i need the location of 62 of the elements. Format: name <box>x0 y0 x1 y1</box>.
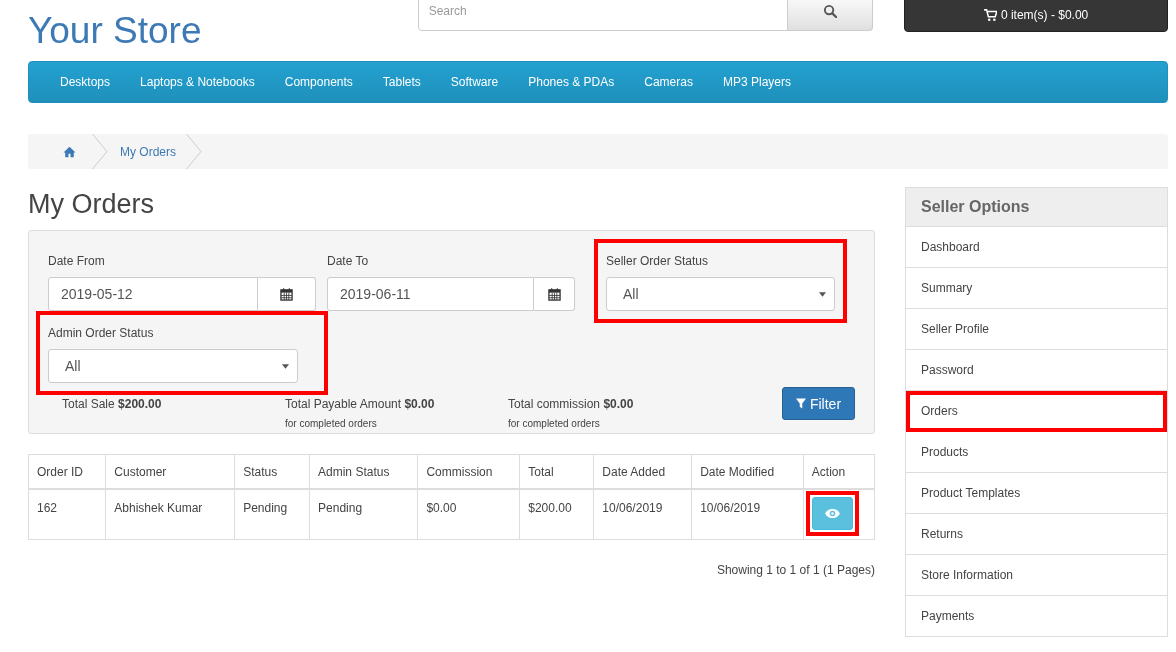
status-dropdown[interactable]: All <box>606 277 835 311</box>
column-header: Admin Status <box>309 454 418 489</box>
sidebar-item[interactable]: Payments <box>906 596 1167 637</box>
breadcrumb-link[interactable]: My Orders <box>120 134 176 169</box>
page-title: My Orders <box>28 189 155 220</box>
table-cell: $0.00 <box>417 489 520 539</box>
search-field[interactable]: Search <box>417 0 789 31</box>
field-label: Date From <box>48 254 106 268</box>
sidebar-item[interactable]: Products <box>906 432 1167 473</box>
column-header: Status <box>234 454 310 489</box>
status-dropdown[interactable]: All <box>48 349 298 383</box>
sidebar-item[interactable]: Store Information <box>906 555 1167 596</box>
column-header: Date Modified <box>691 454 804 489</box>
sidebar-heading: Seller Options <box>906 188 1167 227</box>
filter-icon <box>795 398 806 409</box>
total-text: Total Sale $200.00 <box>62 397 163 411</box>
total-text: Total Payable Amount $0.00 <box>285 397 436 411</box>
sidebar-item[interactable]: Summary <box>906 268 1167 309</box>
column-header: Order ID <box>28 454 106 489</box>
caret-icon <box>282 363 289 369</box>
table-cell: Pending <box>234 489 310 539</box>
table-cell: Pending <box>309 489 418 539</box>
search-icon <box>823 3 838 18</box>
sidebar-item[interactable]: Product Templates <box>906 473 1167 514</box>
date-field[interactable]: 2019-05-12 <box>48 277 258 311</box>
calendar-icon <box>280 287 293 301</box>
total-note: for completed orders <box>508 418 601 429</box>
column-header: Commission <box>417 454 520 489</box>
chevron-separator <box>92 134 108 169</box>
table-cell: $200.00 <box>519 489 594 539</box>
date-field[interactable]: 2019-06-11 <box>327 277 534 311</box>
sidebar-item[interactable]: Returns <box>906 514 1167 555</box>
column-header: Total <box>519 454 594 489</box>
calendar-icon <box>547 287 561 301</box>
cart-icon <box>983 8 997 21</box>
column-header: Customer <box>105 454 235 489</box>
home-icon <box>63 145 76 158</box>
calendar-button[interactable] <box>258 277 316 311</box>
column-header: Date Added <box>593 454 692 489</box>
cart-button[interactable]: 0 item(s) - $0.00 <box>904 0 1168 32</box>
field-label: Admin Order Status <box>48 326 155 340</box>
search-button[interactable] <box>788 0 874 31</box>
sidebar-item[interactable]: Dashboard <box>906 227 1167 268</box>
total-text: Total commission $0.00 <box>508 397 635 411</box>
caret-icon <box>819 291 826 297</box>
calendar-button[interactable] <box>534 277 575 311</box>
column-header: Action <box>803 454 875 489</box>
chevron-separator <box>186 134 202 169</box>
table-cell: Abhishek Kumar <box>105 489 235 539</box>
total-note: for completed orders <box>285 418 378 429</box>
field-label: Seller Order Status <box>606 254 710 268</box>
field-label: Date To <box>327 254 370 268</box>
table-cell: 10/06/2019 <box>691 489 804 539</box>
table-cell: 10/06/2019 <box>593 489 692 539</box>
sidebar-item[interactable]: Orders <box>906 391 1167 432</box>
sidebar-item[interactable]: Password <box>906 350 1167 391</box>
table-cell: 162 <box>28 489 106 539</box>
sidebar-item[interactable]: Seller Profile <box>906 309 1167 350</box>
pagination-text: Showing 1 to 1 of 1 (1 Pages) <box>715 562 875 577</box>
filter-button[interactable]: Filter <box>782 387 855 420</box>
store-logo[interactable]: Your Store <box>28 10 418 52</box>
eye-icon <box>824 508 840 519</box>
